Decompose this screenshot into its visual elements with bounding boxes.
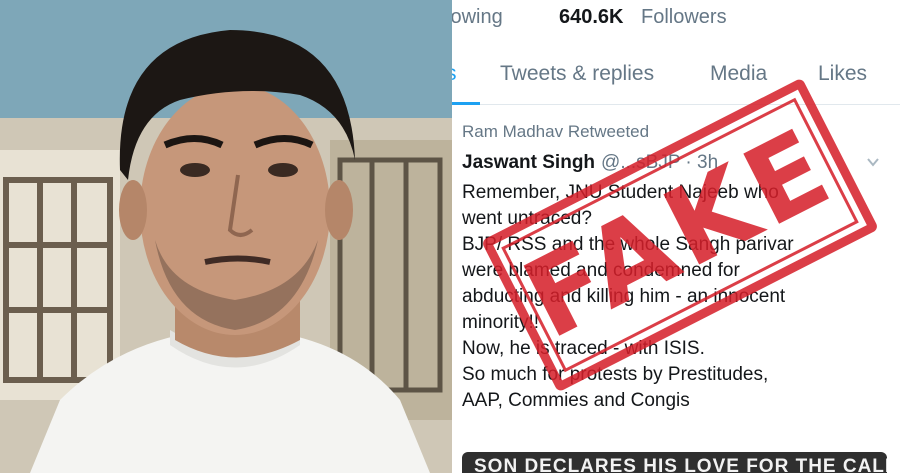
profile-stats: lowing 640.6K Followers <box>452 4 900 32</box>
person-photo-illustration <box>0 0 452 473</box>
card-headline: SON DECLARES HIS LOVE FOR THE CALIPHATE <box>474 456 887 473</box>
tab-tweets[interactable]: s <box>452 62 457 86</box>
chevron-down-icon[interactable] <box>866 155 880 169</box>
profile-tabs: s Tweets & replies Media Likes <box>452 48 900 105</box>
following-label[interactable]: lowing <box>452 6 503 29</box>
tweet-line: Now, he is traced - with ISIS. <box>462 338 705 359</box>
link-card[interactable]: SON DECLARES HIS LOVE FOR THE CALIPHATE <box>462 452 887 473</box>
tab-likes[interactable]: Likes <box>818 62 867 86</box>
active-tab-indicator <box>452 102 480 105</box>
retweet-context[interactable]: Ram Madhav Retweeted <box>462 122 649 142</box>
tweet-line: So much for protests by Prestitudes, <box>462 364 769 385</box>
tab-tweets-replies[interactable]: Tweets & replies <box>500 62 654 86</box>
tweet-line: AAP, Commies and Congis <box>462 390 690 411</box>
followers-count[interactable]: 640.6K <box>559 6 624 29</box>
person-photo <box>0 0 452 473</box>
author-name[interactable]: Jaswant Singh <box>462 152 595 173</box>
followers-label[interactable]: Followers <box>641 6 727 29</box>
tab-media[interactable]: Media <box>710 62 767 86</box>
